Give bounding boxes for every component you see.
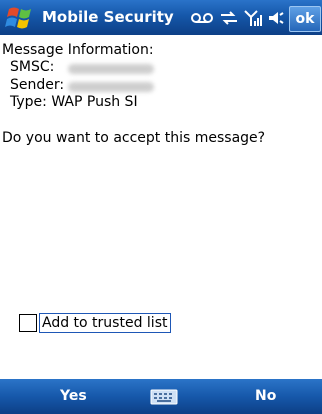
softkey-bar: Yes No: [0, 379, 322, 414]
keyboard-icon[interactable]: [150, 388, 178, 406]
sender-label: Sender:: [10, 77, 65, 93]
no-softkey[interactable]: No: [255, 388, 276, 404]
type-row: Type: WAP Push SI: [10, 94, 138, 110]
smsc-value-redacted: [68, 64, 154, 74]
type-label: Type:: [10, 94, 47, 110]
smsc-label: SMSC:: [10, 59, 55, 75]
sync-icon[interactable]: [219, 9, 239, 27]
accept-question: Do you want to accept this message?: [2, 130, 266, 146]
message-heading: Message Information:: [2, 42, 154, 58]
trusted-checkbox[interactable]: [19, 314, 37, 332]
ok-button[interactable]: ok: [289, 6, 321, 32]
signal-icon[interactable]: [243, 9, 263, 27]
windows-start-icon[interactable]: [3, 3, 39, 33]
yes-softkey[interactable]: Yes: [60, 388, 87, 404]
voicemail-icon[interactable]: [190, 9, 214, 27]
app-title: Mobile Security: [42, 8, 174, 26]
trusted-label[interactable]: Add to trusted list: [39, 313, 172, 333]
speaker-icon[interactable]: [266, 9, 286, 27]
type-value: WAP Push SI: [51, 94, 138, 110]
title-bar: Mobile Security ok: [0, 0, 322, 35]
sender-value-redacted: [68, 82, 154, 92]
